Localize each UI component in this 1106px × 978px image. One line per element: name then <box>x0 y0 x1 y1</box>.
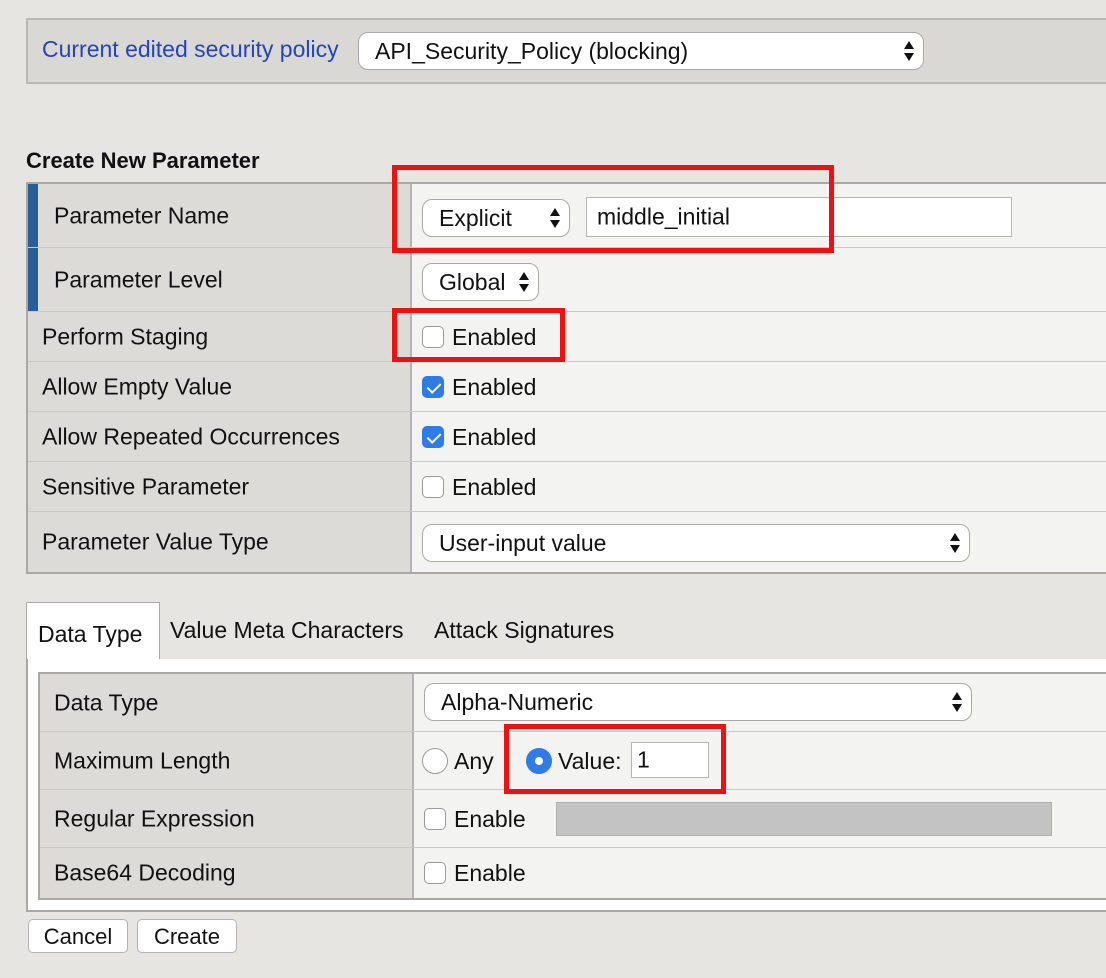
row-label: Parameter Value Type <box>28 512 412 572</box>
highlight-max-length-value <box>504 724 726 794</box>
row-label: Regular Expression <box>40 790 414 847</box>
row-perform-staging: Perform Staging Enabled <box>28 312 1106 362</box>
row-allow-repeated: Allow Repeated Occurrences Enabled <box>28 412 1106 462</box>
highlight-perform-staging <box>392 308 565 362</box>
allow-repeated-checkbox-label: Enabled <box>452 424 537 450</box>
row-allow-empty: Allow Empty Value Enabled <box>28 362 1106 412</box>
row-sensitive: Sensitive Parameter Enabled <box>28 462 1106 512</box>
regex-input <box>556 802 1052 836</box>
row-label: Allow Repeated Occurrences <box>28 412 412 461</box>
select-arrows-icon <box>519 272 529 292</box>
parameter-level-select[interactable]: Global <box>422 263 539 301</box>
any-radio-label: Any <box>454 748 494 774</box>
base64-checkbox[interactable] <box>424 862 446 884</box>
highlight-parameter-name <box>392 165 834 253</box>
row-label: Allow Empty Value <box>28 362 412 411</box>
section-title: Create New Parameter <box>26 148 260 173</box>
row-label: Base64 Decoding <box>40 848 414 898</box>
regex-checkbox[interactable] <box>424 808 446 830</box>
allow-repeated-checkbox[interactable] <box>422 426 444 448</box>
cancel-button[interactable]: Cancel <box>28 919 128 953</box>
select-arrows-icon <box>950 533 960 553</box>
any-radio[interactable] <box>422 748 448 774</box>
row-value-type: Parameter Value Type User-input value <box>28 512 1106 572</box>
row-label: Sensitive Parameter <box>28 462 412 511</box>
regex-checkbox-label: Enable <box>454 806 526 832</box>
row-label: Parameter Name <box>28 184 412 247</box>
allow-empty-checkbox[interactable] <box>422 376 444 398</box>
policy-select[interactable]: API_Security_Policy (blocking) <box>358 32 924 70</box>
tab-value-meta-characters[interactable]: Value Meta Characters <box>170 617 404 644</box>
sensitive-checkbox[interactable] <box>422 476 444 498</box>
row-label: Parameter Level <box>28 248 412 311</box>
policy-label: Current edited security policy <box>42 36 339 62</box>
base64-checkbox-label: Enable <box>454 860 526 886</box>
value-type-select[interactable]: User-input value <box>422 524 970 562</box>
row-label: Data Type <box>40 674 414 731</box>
select-arrows-icon <box>952 692 962 712</box>
row-label: Maximum Length <box>40 732 414 789</box>
row-label: Perform Staging <box>28 312 412 361</box>
select-arrows-icon <box>904 41 914 61</box>
data-type-select[interactable]: Alpha-Numeric <box>424 683 972 721</box>
tab-attack-signatures[interactable]: Attack Signatures <box>434 617 614 644</box>
row-base64-decoding: Base64 Decoding Enable <box>40 848 1106 898</box>
row-regular-expression: Regular Expression Enable <box>40 790 1106 848</box>
allow-empty-checkbox-label: Enabled <box>452 374 537 400</box>
sensitive-checkbox-label: Enabled <box>452 474 537 500</box>
policy-select-value: API_Security_Policy (blocking) <box>375 38 689 64</box>
row-parameter-level: Parameter Level Global <box>28 248 1106 312</box>
create-button[interactable]: Create <box>137 919 237 953</box>
tab-data-type[interactable]: Data Type <box>26 602 160 660</box>
policy-bar: Current edited security policy API_Secur… <box>26 18 1106 84</box>
